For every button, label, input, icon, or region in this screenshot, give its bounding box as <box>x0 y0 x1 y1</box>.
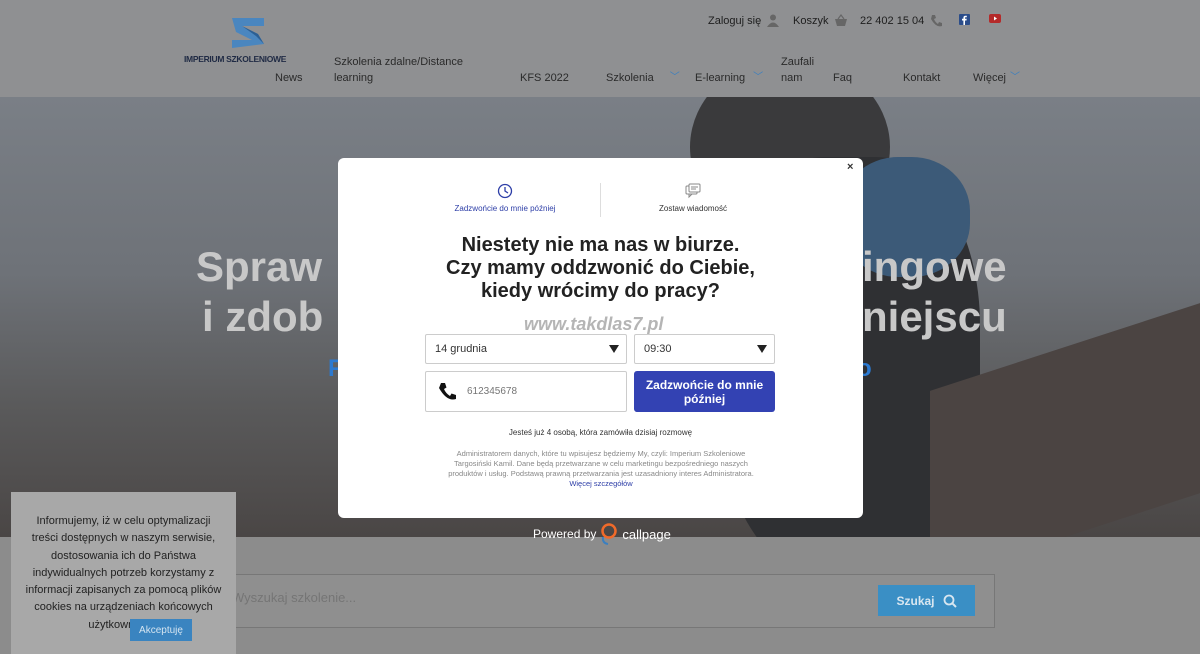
site-header: IMPERIUM SZKOLENIOWE Zaloguj się Koszyk … <box>0 0 1200 97</box>
tab-call-later-label: Zadzwońcie do mnie później <box>454 204 556 213</box>
youtube-icon <box>989 14 1001 23</box>
chevron-down-icon: ﹀ <box>1010 72 1021 83</box>
nav-wiecej[interactable]: Więcej ﹀ <box>973 70 1020 86</box>
logo[interactable]: IMPERIUM SZKOLENIOWE <box>184 14 310 66</box>
tab-call-later[interactable]: Zadzwońcie do mnie później <box>440 183 570 213</box>
powered-by: Powered by callpage <box>533 523 671 545</box>
search-input[interactable] <box>232 590 832 605</box>
modal-title: Niestety nie ma nas w biurze. Czy mamy o… <box>446 234 755 302</box>
search-icon <box>943 594 957 608</box>
clock-icon <box>497 183 513 199</box>
tab-leave-message[interactable]: Zostaw wiadomość <box>630 183 756 213</box>
phone-icon <box>439 383 456 400</box>
date-value: 14 grudnia <box>435 343 487 355</box>
more-details-link[interactable]: Więcej szczegółów <box>569 479 632 488</box>
watermark: www.takdlas7.pl <box>524 314 664 334</box>
logo-text: IMPERIUM SZKOLENIOWE <box>184 54 287 64</box>
login-link[interactable]: Zaloguj się <box>708 14 780 27</box>
dropdown-arrow-icon <box>757 345 767 353</box>
time-value: 09:30 <box>644 343 672 355</box>
youtube-link[interactable] <box>989 14 1001 23</box>
nav-distance-learning[interactable]: Szkolenia zdalne/Distance learning <box>334 54 474 86</box>
search-button-label: Szukaj <box>896 593 935 608</box>
hero-title-right-2: niejscu <box>862 293 1007 340</box>
tab-leave-message-label: Zostaw wiadomość <box>658 204 728 213</box>
nav-news[interactable]: News <box>275 70 303 86</box>
nav-zaufali[interactable]: Zaufali nam <box>781 54 814 86</box>
facebook-icon <box>959 14 970 25</box>
phone-input[interactable] <box>467 386 617 397</box>
dropdown-arrow-icon <box>609 345 619 353</box>
phone-link[interactable]: 22 402 15 04 <box>860 14 943 28</box>
nav-elearning[interactable]: E-learning ﹀ <box>695 70 763 86</box>
chevron-down-icon: ﹀ <box>669 72 680 83</box>
cookie-text: Informujemy, iż w celu optymalizacji tre… <box>25 515 222 631</box>
callpage-brand[interactable]: callpage <box>622 527 670 542</box>
call-later-button[interactable]: Zadzwońcie do mnie później <box>634 371 775 412</box>
legal-notice: Administratorem danych, które tu wpisuje… <box>448 449 754 488</box>
search-button[interactable]: Szukaj <box>878 585 975 616</box>
close-button[interactable]: × <box>847 161 853 173</box>
nav-kontakt[interactable]: Kontakt <box>903 70 940 86</box>
callpage-logo-icon <box>601 523 618 545</box>
hero-title-left-1: Spraw <box>196 243 323 290</box>
cookie-banner: Informujemy, iż w celu optymalizacji tre… <box>11 492 236 654</box>
hero-title-left-2: i zdob <box>202 293 324 340</box>
tab-divider <box>600 183 601 217</box>
time-select[interactable]: 09:30 <box>634 334 775 364</box>
cookie-accept-button[interactable]: Akceptuję <box>130 619 192 641</box>
phone-number: 22 402 15 04 <box>860 15 925 27</box>
cart-icon <box>835 14 848 26</box>
date-select[interactable]: 14 grudnia <box>425 334 627 364</box>
login-label: Zaloguj się <box>708 14 762 27</box>
nav-kfs[interactable]: KFS 2022 <box>520 70 569 86</box>
nav-faq[interactable]: Faq <box>833 70 852 86</box>
cart-link[interactable]: Koszyk <box>793 14 848 27</box>
cart-label: Koszyk <box>793 14 829 27</box>
user-icon <box>767 14 780 27</box>
nav-szkolenia[interactable]: Szkolenia ﹀ <box>606 70 680 86</box>
logo-icon <box>232 18 264 48</box>
facebook-link[interactable] <box>959 14 970 25</box>
phone-icon <box>931 15 943 27</box>
hero-title-right-1: ingowe <box>862 243 1007 290</box>
chevron-down-icon: ﹀ <box>753 72 764 83</box>
order-count-text: Jesteś już 4 osobą, która zamówiła dzisi… <box>508 428 693 437</box>
message-icon <box>685 183 701 199</box>
